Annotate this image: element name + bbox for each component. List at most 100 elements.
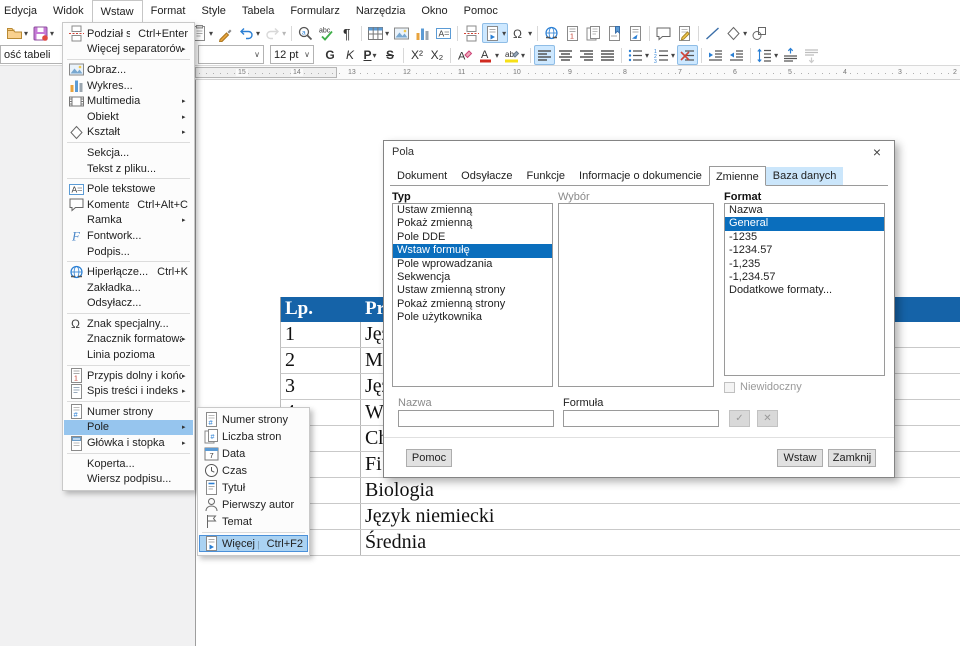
align-right-button[interactable] [576,45,597,65]
menu-item-pole-tekstowe[interactable]: APole tekstowe [64,181,193,197]
increase-indent-button[interactable] [705,45,726,65]
chevron-down-icon[interactable]: ▾ [282,29,286,38]
menu-item-liczba-stron[interactable]: #Liczba stron [199,428,308,445]
align-center-button[interactable] [555,45,576,65]
menu-item-koperta[interactable]: Koperta... [64,456,193,472]
menu-item-sekcja[interactable]: Sekcja... [64,145,193,161]
menu-item-znacznik-formatowania[interactable]: Znacznik formatowania▸ [64,332,193,348]
menubar-item-wstaw[interactable]: Wstaw [92,0,143,22]
menu-item-komentarz[interactable]: KomentarzCtrl+Alt+C [64,197,193,213]
menu-item-hiperłącze[interactable]: Hiperłącze...Ctrl+K [64,264,193,280]
menu-item-data[interactable]: 7Data [199,445,308,462]
chevron-down-icon[interactable]: ▾ [24,29,28,38]
table-cell-subject[interactable]: Język niemiecki [361,504,960,529]
tab-dokument[interactable]: Dokument [390,167,454,185]
basic-shapes-button[interactable]: ▾ [723,23,749,43]
list-item[interactable]: Nazwa [725,204,884,217]
menu-item-fontwork[interactable]: FFontwork... [64,228,193,244]
insert-field-button[interactable]: ▾ [482,23,508,43]
menu-item-podział-strony[interactable]: Podział stronyCtrl+Enter [64,26,193,42]
chevron-down-icon[interactable]: ▾ [645,51,649,60]
apply-formula-button[interactable]: ✓ [729,410,750,427]
menubar-item-formularz[interactable]: Formularz [282,0,348,22]
menu-item-więcej-pól[interactable]: Więcej pól...Ctrl+F2 [199,535,308,552]
decrease-indent-button[interactable] [726,45,747,65]
insert-special-character-button[interactable]: Ω▾ [508,23,534,43]
insert-comment-button[interactable] [653,23,674,43]
menu-item-linia-pozioma[interactable]: Linia pozioma [64,347,193,363]
font-color-button[interactable]: A▾ [475,45,501,65]
chevron-down-icon[interactable]: ▾ [774,51,778,60]
insert-button[interactable]: Wstaw [777,449,823,467]
formula-input[interactable] [563,410,719,427]
menu-item-kształt[interactable]: Kształt▸ [64,125,193,141]
tab-funkcje[interactable]: Funkcje [520,167,573,185]
justify-button[interactable] [597,45,618,65]
menu-item-czas[interactable]: Czas [199,462,308,479]
insert-endnote-button[interactable] [583,23,604,43]
list-item[interactable]: Wstaw formułę [393,244,552,257]
menu-item-numer-strony[interactable]: #Numer strony [199,411,308,428]
list-item[interactable]: Sekwencja [393,271,552,284]
menu-item-podpis[interactable]: Podpis... [64,244,193,260]
insert-bookmark-button[interactable] [604,23,625,43]
nazwa-input[interactable] [398,410,554,427]
typ-listbox[interactable]: Ustaw zmiennąPokaż zmiennąPole DDEWstaw … [392,203,553,387]
list-item[interactable]: General [725,217,884,230]
list-item[interactable]: -1,235 [725,258,884,271]
track-changes-button[interactable] [674,23,695,43]
line-spacing-button[interactable]: ▾ [754,45,780,65]
list-item[interactable]: Pole DDE [393,231,552,244]
menubar-item-edycja[interactable]: Edycja [0,0,45,22]
chevron-down-icon[interactable]: ▾ [528,29,532,38]
table-row[interactable]: Średnia [280,530,960,556]
list-item[interactable]: -1,234.57 [725,271,884,284]
menu-item-odsyłacz[interactable]: Odsyłacz... [64,296,193,312]
chevron-down-icon[interactable]: ▾ [373,51,377,60]
list-item[interactable]: Pole wprowadzania [393,258,552,271]
highlight-color-button[interactable]: ab▾ [501,45,527,65]
list-item[interactable]: -1235 [725,231,884,244]
menu-item-wykres[interactable]: Wykres... [64,78,193,94]
spellcheck-button[interactable]: abc [316,23,337,43]
unordered-list-button[interactable]: ▾ [625,45,651,65]
list-item[interactable]: -1234.57 [725,244,884,257]
underline-button[interactable]: P▾ [360,45,380,65]
chevron-down-icon[interactable]: ▾ [209,29,213,38]
font-name-combo[interactable]: ∨ [198,45,264,64]
insert-textbox-button[interactable]: A [433,23,454,43]
close-button[interactable]: Zamknij [828,449,876,467]
help-button[interactable]: Pomoc [406,449,452,467]
menu-item-temat[interactable]: Temat [199,513,308,530]
invisible-checkbox[interactable]: Niewidoczny [724,381,802,393]
chevron-down-icon[interactable]: ▾ [521,51,525,60]
menu-item-tekst-z-pliku[interactable]: Tekst z pliku... [64,161,193,177]
chevron-down-icon[interactable]: ▾ [256,29,260,38]
list-item[interactable]: Ustaw zmienną [393,204,552,217]
insert-page-break-button[interactable] [461,23,482,43]
chevron-down-icon[interactable]: ▾ [385,29,389,38]
tab-zmienne[interactable]: Zmienne [709,166,766,186]
menu-item-wiersz-podpisu[interactable]: Wiersz podpisu... [64,471,193,487]
menu-item-spis-treści-i-indeks[interactable]: Spis treści i indeks▸ [64,383,193,399]
menu-item-znak-specjalny[interactable]: ΩZnak specjalny... [64,316,193,332]
chevron-down-icon[interactable]: ▾ [50,29,54,38]
insert-hyperlink-button[interactable] [541,23,562,43]
tab-informacje-o-dokumencie[interactable]: Informacje o dokumencie [572,167,709,185]
tab-baza-danych[interactable]: Baza danych [766,167,844,185]
menubar-item-format[interactable]: Format [143,0,194,22]
strikethrough-button[interactable]: S [380,45,400,65]
table-cell-number[interactable]: 3 [281,374,361,399]
menu-item-przypis-dolny-i-końcowy[interactable]: 1Przypis dolny i końcowy▸ [64,368,193,384]
insert-line-button[interactable] [702,23,723,43]
format-listbox[interactable]: NazwaGeneral-1235-1234.57-1,235-1,234.57… [724,203,885,376]
table-cell-number[interactable]: 2 [281,348,361,373]
list-item[interactable]: Pokaż zmienną strony [393,298,552,311]
chevron-down-icon[interactable]: ▾ [671,51,675,60]
list-item[interactable]: Dodatkowe formaty... [725,284,884,297]
menubar-item-pomoc[interactable]: Pomoc [456,0,506,22]
formatting-marks-button[interactable]: ¶ [337,23,358,43]
insert-chart-button[interactable] [412,23,433,43]
table-row[interactable]: Język niemiecki [280,504,960,530]
list-item[interactable]: Ustaw zmienną strony [393,284,552,297]
